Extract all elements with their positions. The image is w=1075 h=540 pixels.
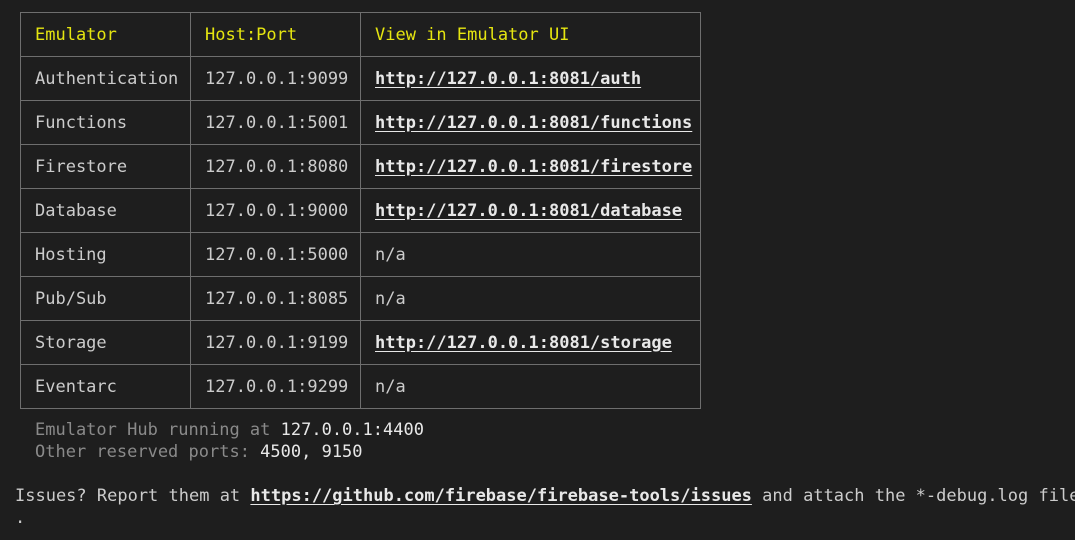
issues-prefix: Issues? Report them at (15, 486, 251, 506)
emulator-name-cell: Pub/Sub (20, 276, 191, 321)
table-row: Authentication 127.0.0.1:9099 http://127.0… (20, 56, 701, 101)
reserved-ports-value: 4500, 9150 (260, 442, 363, 462)
issues-suffix: and attach the *-debug.log files (751, 486, 1075, 506)
hub-running-label: Emulator Hub running at (35, 420, 281, 440)
table-row: Database 127.0.0.1:9000 http://127.0.0.1:8… (20, 188, 701, 233)
emulator-ui-cell: http://127.0.0.1:8081/auth (360, 56, 701, 101)
table-row: Hosting 127.0.0.1:5000 n/a (20, 232, 701, 277)
host-port-cell: 127.0.0.1:9000 (190, 188, 361, 233)
emulator-ui-cell: http://127.0.0.1:8081/storage (360, 320, 701, 365)
emulator-name-cell: Storage (20, 320, 191, 365)
table-row: Pub/Sub 127.0.0.1:8085 n/a (20, 276, 701, 321)
emulator-name-cell: Eventarc (20, 364, 191, 409)
emulator-ui-cell: http://127.0.0.1:8081/firestore (360, 144, 701, 189)
host-port-cell: 127.0.0.1:9199 (190, 320, 361, 365)
host-port-cell: 127.0.0.1:9099 (190, 56, 361, 101)
table-row: Storage 127.0.0.1:9199 http://127.0.0.1:80… (20, 320, 701, 365)
header-view-ui: View in Emulator UI (360, 12, 701, 57)
emulator-ui-link[interactable]: http://127.0.0.1:8081/database (375, 201, 682, 221)
host-port-cell: 127.0.0.1:8080 (190, 144, 361, 189)
host-port-cell: 127.0.0.1:8085 (190, 276, 361, 321)
emulator-ui-cell: http://127.0.0.1:8081/database (360, 188, 701, 233)
hub-running-value: 127.0.0.1:4400 (280, 420, 424, 440)
emulator-name-cell: Hosting (20, 232, 191, 277)
emulator-ui-na: n/a (360, 364, 701, 409)
emulator-name-cell: Database (20, 188, 191, 233)
emulator-ui-link[interactable]: http://127.0.0.1:8081/firestore (375, 157, 692, 177)
reserved-ports-label: Other reserved ports: (35, 442, 261, 462)
emulator-name-cell: Firestore (20, 144, 191, 189)
issues-link[interactable]: https://github.com/firebase/firebase-too… (250, 486, 752, 506)
emulator-ui-na: n/a (360, 232, 701, 277)
emulator-ui-link[interactable]: http://127.0.0.1:8081/auth (375, 69, 641, 89)
table-row: Functions 127.0.0.1:5001 http://127.0.0.1:… (20, 100, 701, 145)
emulator-ui-na: n/a (360, 276, 701, 321)
issues-continuation: . (15, 508, 26, 528)
reserved-ports-line: Other reserved ports: 4500, 9150 (35, 442, 363, 462)
emulator-name-cell: Authentication (20, 56, 191, 101)
host-port-cell: 127.0.0.1:5001 (190, 100, 361, 145)
host-port-cell: 127.0.0.1:9299 (190, 364, 361, 409)
header-emulator: Emulator (20, 12, 191, 57)
emulator-ui-link[interactable]: http://127.0.0.1:8081/storage (375, 333, 672, 353)
emulator-ui-link[interactable]: http://127.0.0.1:8081/functions (375, 113, 692, 133)
table-row: Eventarc 127.0.0.1:9299 n/a (20, 364, 701, 409)
emulator-ui-cell: http://127.0.0.1:8081/functions (360, 100, 701, 145)
table-header-row: Emulator Host:Port View in Emulator UI (20, 12, 701, 57)
host-port-cell: 127.0.0.1:5000 (190, 232, 361, 277)
hub-running-line: Emulator Hub running at 127.0.0.1:4400 (35, 420, 424, 440)
terminal-output: Emulator Host:Port View in Emulator UI A… (0, 0, 1075, 540)
emulator-name-cell: Functions (20, 100, 191, 145)
issues-line: Issues? Report them at https://github.co… (15, 486, 1075, 506)
table-row: Firestore 127.0.0.1:8080 http://127.0.0.1:… (20, 144, 701, 189)
emulator-table: Emulator Host:Port View in Emulator UI A… (20, 12, 701, 409)
header-host-port: Host:Port (190, 12, 361, 57)
